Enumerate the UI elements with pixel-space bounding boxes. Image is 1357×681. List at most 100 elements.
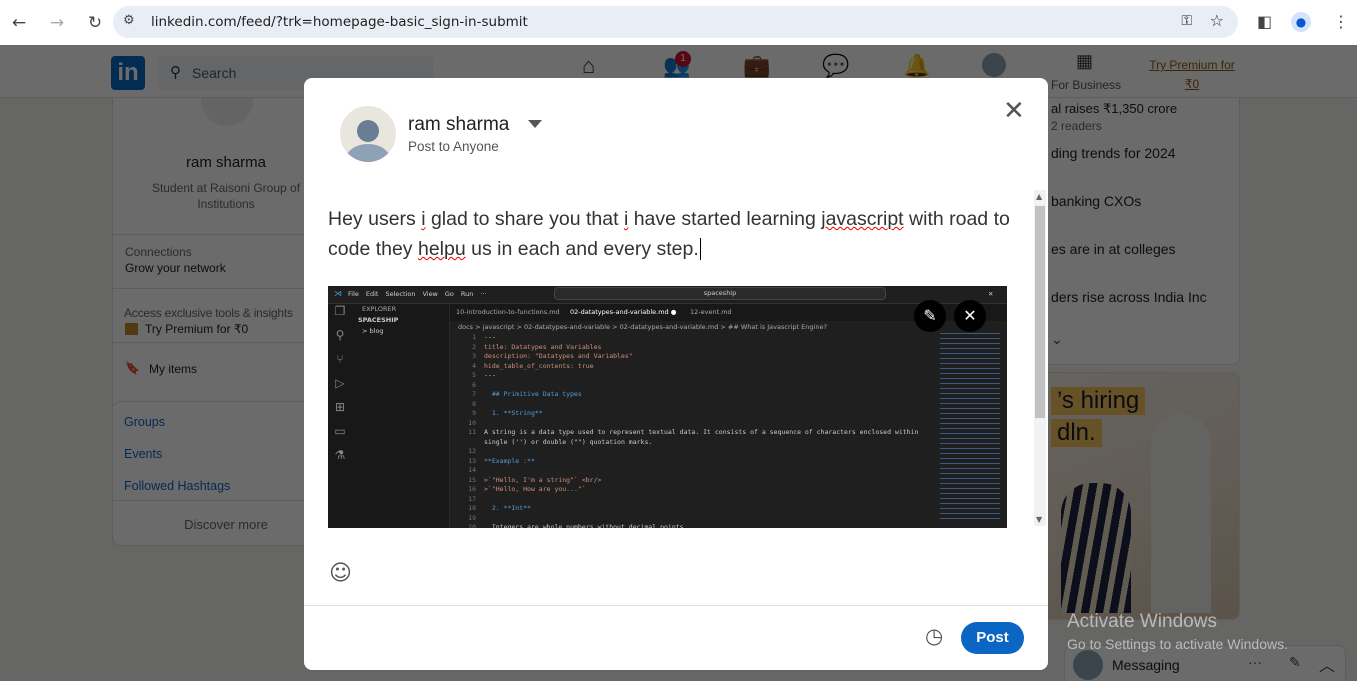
bookmark-star-icon[interactable]: ☆ bbox=[1210, 11, 1224, 30]
url-text: linkedin.com/feed/?trk=homepage-basic_si… bbox=[151, 14, 528, 30]
menu-item: Go bbox=[444, 290, 454, 298]
code-line: 20 Integers are whole numbers without de… bbox=[468, 523, 688, 528]
post-visibility[interactable]: Post to Anyone bbox=[408, 139, 499, 154]
code-line: 1 --- bbox=[472, 333, 496, 341]
explorer-panel: EXPLORER SPACESHIP > blogv docs > aws > … bbox=[352, 304, 450, 528]
try-premium-left[interactable]: Try Premium for ₹0 bbox=[125, 322, 248, 336]
code-editor: 1 --- 2 title: Datatypes and Variables 3 desc… bbox=[450, 333, 940, 528]
linkedin-logo[interactable]: in bbox=[111, 56, 145, 90]
groups-link[interactable]: Groups bbox=[124, 415, 165, 429]
code-line: 10 bbox=[468, 418, 476, 427]
menu-icon[interactable]: ⋮ bbox=[1333, 12, 1349, 31]
code-line: 13 **Example :** bbox=[468, 456, 535, 465]
code-line: 6 bbox=[472, 380, 476, 389]
news-item[interactable]: es are in at colleges bbox=[1051, 241, 1176, 257]
code-line: 8 bbox=[472, 399, 476, 408]
code-line: 4 hide_table_of_contents: true bbox=[472, 361, 594, 370]
discover-more-button[interactable]: Discover more bbox=[153, 517, 299, 532]
reload-icon[interactable]: ↻ bbox=[76, 13, 114, 33]
code-line: 3 description: "Datatypes and Variables" bbox=[472, 352, 633, 360]
bookmark-icon: 🔖 bbox=[125, 361, 140, 375]
notifications-icon[interactable]: 🔔 bbox=[903, 53, 930, 79]
code-line: 5 --- bbox=[472, 371, 496, 379]
footer-divider bbox=[304, 605, 1048, 606]
editor-scrollbar[interactable]: ▲ ▼ bbox=[1034, 190, 1046, 526]
show-more-chevron-icon[interactable]: ⌄ bbox=[1051, 331, 1063, 348]
vscode-titlebar: ⋊ File Edit Selection View Go Run ··· spaceshi… bbox=[328, 286, 1007, 304]
compose-icon[interactable]: ✎ bbox=[1289, 654, 1301, 671]
messaging-label: Messaging bbox=[1112, 657, 1180, 673]
premium-promo-text: Access exclusive tools & insights bbox=[124, 306, 293, 320]
menu-item: File bbox=[348, 290, 359, 298]
me-avatar[interactable] bbox=[982, 53, 1006, 77]
profile-headline: Student at Raisoni Group of Institutions bbox=[151, 181, 301, 211]
news-readers: 2 readers bbox=[1051, 119, 1102, 133]
for-business-menu[interactable]: For Business bbox=[1051, 78, 1121, 92]
code-line: 15 >`"Hello, I'm a string"` <br/> bbox=[468, 475, 602, 484]
more-icon[interactable]: ··· bbox=[1248, 654, 1262, 670]
profile-name[interactable]: ram sharma bbox=[153, 154, 299, 171]
messaging-icon[interactable]: 💬 bbox=[822, 53, 849, 79]
code-line: 18 2. **Int** bbox=[468, 504, 531, 512]
try-premium-link[interactable]: Try Premium for ₹0 bbox=[1147, 56, 1237, 94]
connections-label[interactable]: Connections bbox=[125, 245, 192, 259]
emoji-icon[interactable]: ☺ bbox=[329, 561, 352, 586]
menu-item: View bbox=[422, 290, 438, 298]
notification-badge: 1 bbox=[675, 51, 691, 67]
events-link[interactable]: Events bbox=[124, 447, 162, 461]
search-placeholder: Search bbox=[192, 65, 237, 81]
code-line: 14 bbox=[468, 466, 476, 474]
post-button[interactable]: Post bbox=[961, 622, 1024, 654]
post-text-editor[interactable]: Hey users i glad to share you that i hav… bbox=[328, 204, 1018, 264]
close-icon[interactable]: ✕ bbox=[1003, 96, 1025, 126]
news-item[interactable]: ding trends for 2024 bbox=[1051, 145, 1176, 161]
site-settings-icon[interactable]: ⚙ bbox=[123, 13, 135, 28]
news-item[interactable]: al raises ₹1,350 crore bbox=[1051, 101, 1177, 117]
code-line: 11 A string is a data type used to repres… bbox=[468, 428, 919, 436]
code-line: 17 bbox=[468, 494, 476, 503]
address-bar[interactable]: ⚙ linkedin.com/feed/?trk=homepage-basic_… bbox=[113, 6, 1238, 38]
remove-image-close-icon[interactable]: ✕ bbox=[954, 300, 986, 332]
create-post-modal: ram sharma Post to Anyone ✕ Hey users i … bbox=[304, 78, 1048, 670]
grow-network-link[interactable]: Grow your network bbox=[125, 261, 226, 275]
forward-icon[interactable]: → bbox=[38, 13, 76, 33]
home-icon[interactable]: ⌂ bbox=[582, 53, 595, 79]
edit-image-pencil-icon[interactable]: ✎ bbox=[914, 300, 946, 332]
news-item[interactable]: banking CXOs bbox=[1051, 193, 1141, 209]
ad-headline-2: dln. bbox=[1051, 419, 1102, 447]
code-line: 2 title: Datatypes and Variables bbox=[472, 342, 602, 351]
apps-grid-icon[interactable]: ▦ bbox=[1076, 51, 1093, 72]
schedule-clock-icon[interactable]: ◷ bbox=[925, 624, 943, 648]
windows-watermark: Activate Windows bbox=[1067, 611, 1217, 632]
code-line: 9 1. **String** bbox=[472, 409, 543, 417]
jobs-icon[interactable]: 💼 bbox=[743, 53, 770, 79]
back-icon[interactable]: ← bbox=[0, 13, 38, 33]
ad-headline: ’s hiring bbox=[1051, 387, 1146, 415]
key-icon[interactable]: ⚿ bbox=[1181, 13, 1192, 29]
code-line: 19 bbox=[468, 513, 476, 522]
windows-watermark-sub: Go to Settings to activate Windows. bbox=[1067, 636, 1288, 652]
explorer-item: > blog bbox=[362, 327, 384, 335]
news-item[interactable]: ders rise across India Inc bbox=[1051, 289, 1207, 305]
attached-image: ⋊ File Edit Selection View Go Run ··· spaceshi… bbox=[328, 286, 1007, 528]
chevron-up-icon[interactable]: ︿ bbox=[1319, 652, 1335, 676]
code-line: 16 >`"Hello, How are you..."` bbox=[468, 485, 586, 493]
profile-icon[interactable]: ● bbox=[1291, 12, 1311, 32]
code-line: single ('') or double ("") quotation mar… bbox=[484, 437, 653, 446]
minimap bbox=[940, 333, 1000, 523]
messaging-avatar bbox=[1073, 650, 1103, 680]
author-avatar bbox=[340, 106, 396, 162]
menu-item: ··· bbox=[480, 290, 487, 298]
activity-bar: ❐ ⚲ ⑂ ▷ ⊞ ▭ ⚗ bbox=[328, 304, 352, 528]
editor-breadcrumb: docs > javascript > 02-datatypes-and-var… bbox=[458, 323, 827, 331]
code-line: 12 bbox=[468, 447, 476, 455]
my-items-link[interactable]: 🔖 My items bbox=[125, 361, 197, 376]
premium-icon bbox=[125, 323, 138, 335]
browser-toolbar: ← → ↻ ⚙ linkedin.com/feed/?trk=homepage-… bbox=[0, 0, 1357, 45]
followed-hashtags-link[interactable]: Followed Hashtags bbox=[124, 479, 230, 493]
side-panel-icon[interactable]: ◧ bbox=[1257, 12, 1272, 31]
author-name[interactable]: ram sharma bbox=[408, 114, 509, 136]
code-line: 7 ## Primitive Data types bbox=[472, 390, 582, 398]
caret-down-icon[interactable] bbox=[528, 120, 542, 128]
menu-item: Selection bbox=[385, 290, 416, 298]
